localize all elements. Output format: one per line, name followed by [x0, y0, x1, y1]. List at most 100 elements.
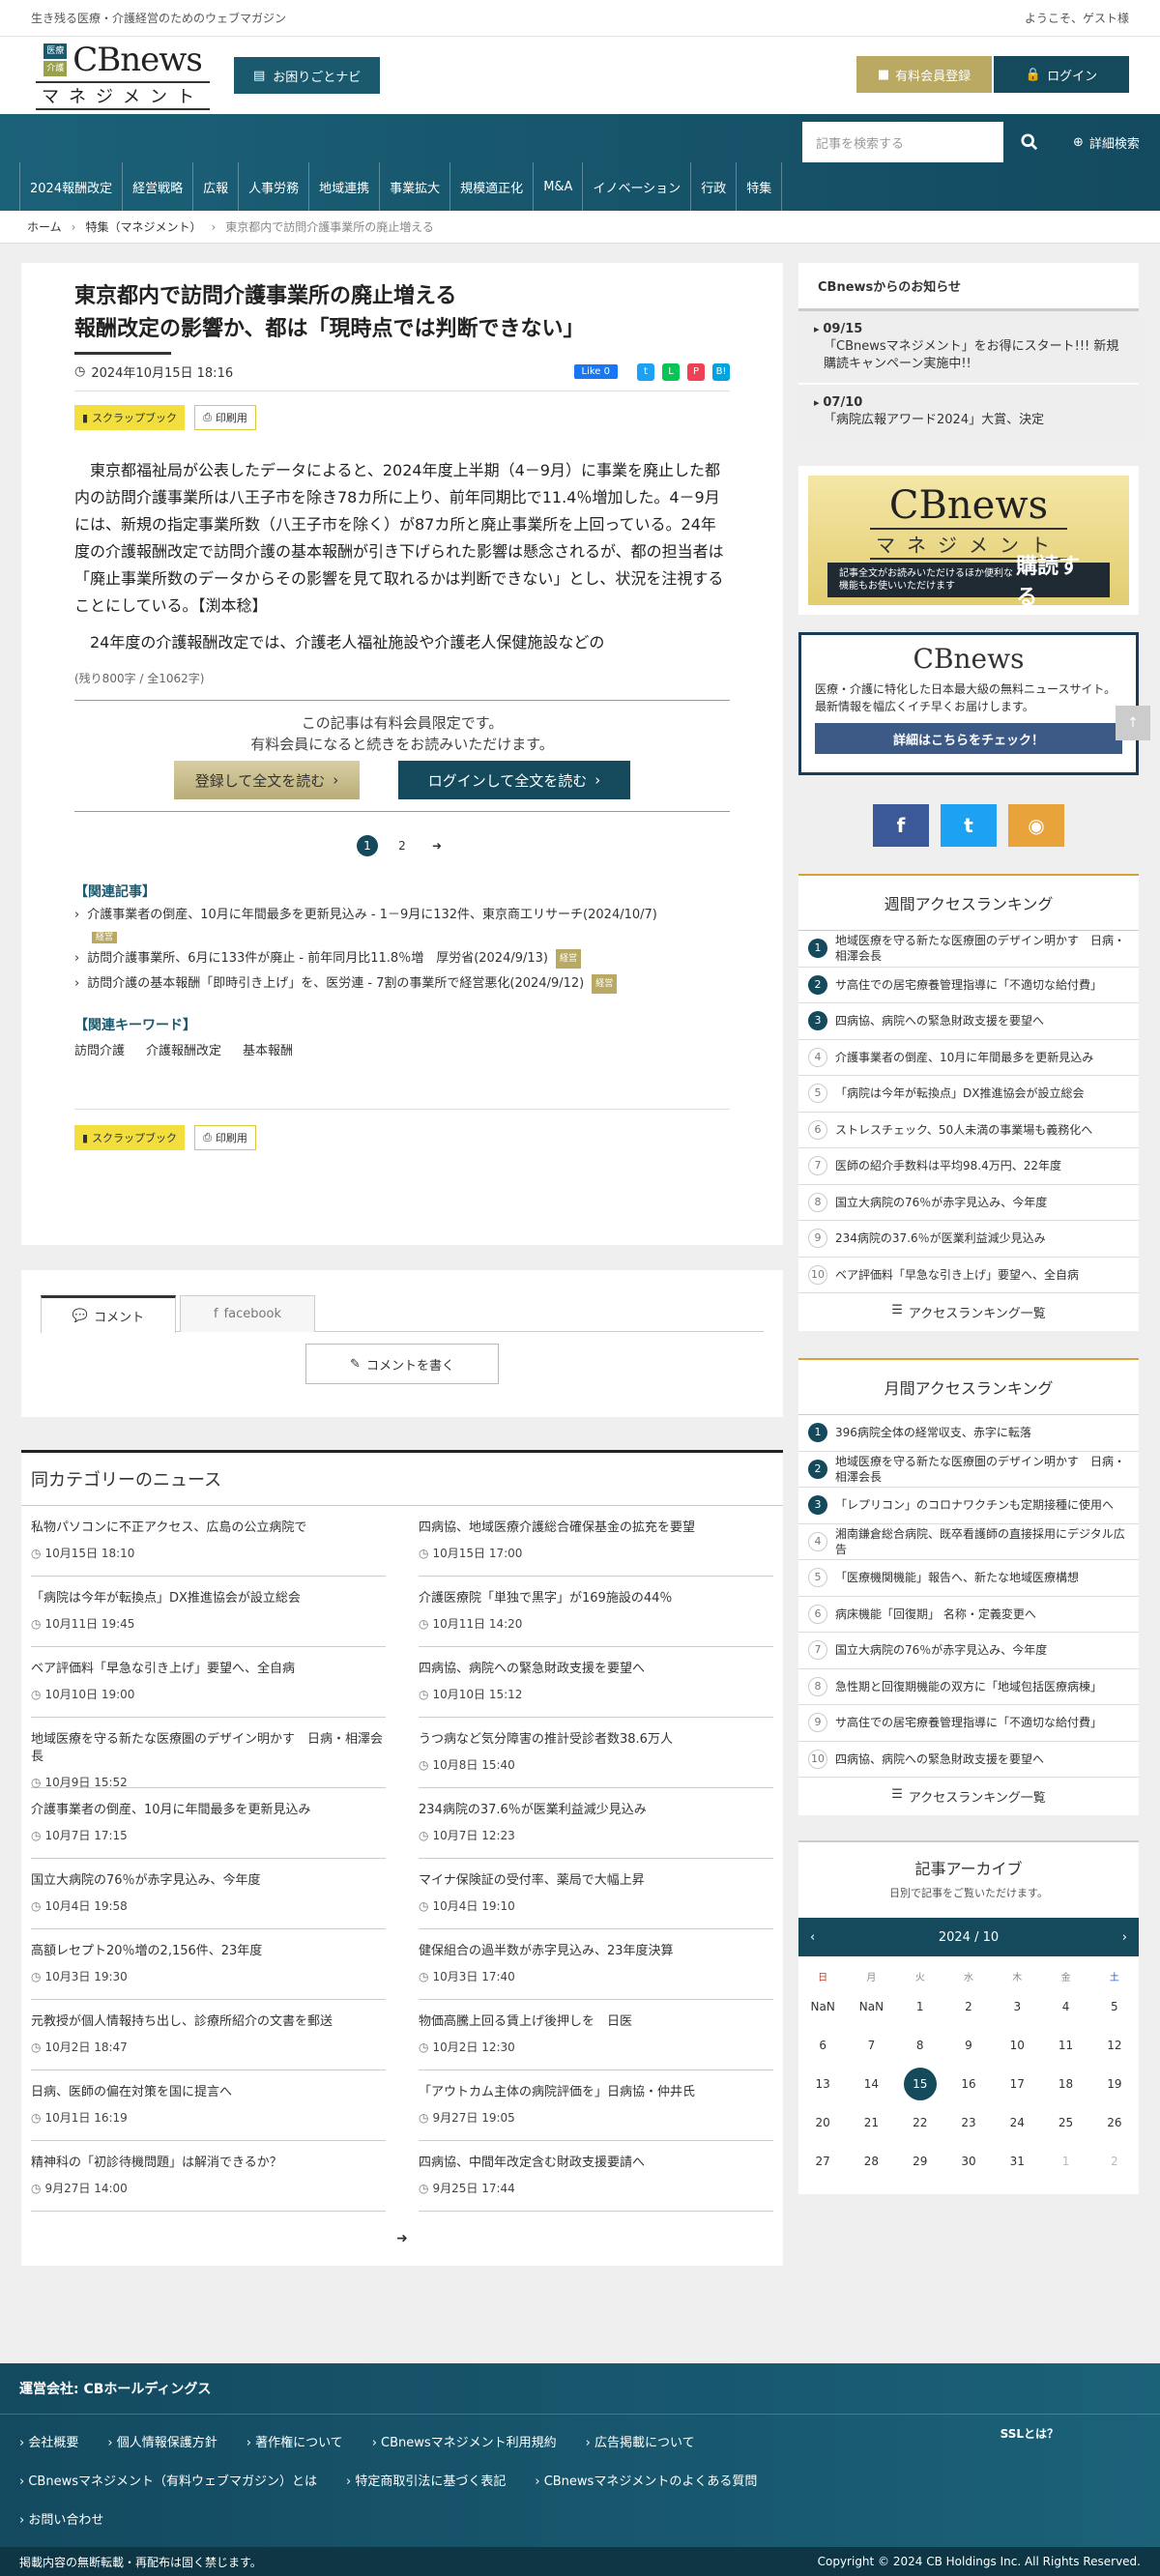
news-item[interactable]: 高額レセプト20％増の2,156件、23年度 10月3日 19:30	[31, 1929, 386, 2000]
cbnews-detail-button[interactable]: 詳細はこちらをチェック！	[815, 723, 1122, 754]
calendar-day[interactable]: 11	[1041, 2026, 1089, 2065]
news-item[interactable]: 「アウトカム主体の病院評価を」日病協・仲井氏 9月27日 19:05	[419, 2070, 773, 2141]
ranking-item[interactable]: 5 「医療機関機能」報告へ、新たな地域医療構想	[798, 1560, 1139, 1597]
ssl-link[interactable]: SSLとは？	[1000, 2425, 1058, 2442]
site-logo[interactable]: 医療 介護 CBnews マネジメント	[31, 41, 215, 110]
ranking-item[interactable]: 6 病床機能「回復期」 名称・定義変更へ	[798, 1597, 1139, 1633]
calendar-day[interactable]: 5	[1090, 1987, 1139, 2026]
search-input[interactable]: 記事を検索する	[802, 122, 1003, 162]
footer-link[interactable]: 広告掲載について	[586, 2424, 695, 2463]
news-item[interactable]: 234病院の37.6％が医業利益減少見込み 10月7日 12:23	[419, 1788, 773, 1859]
calendar-day[interactable]: 27	[798, 2142, 847, 2181]
calendar-day[interactable]: 3	[993, 1987, 1041, 2026]
scrapbook-button[interactable]: ▮ スクラップブック	[74, 405, 186, 430]
nav-item[interactable]: イノベーション	[582, 162, 690, 211]
footer-link[interactable]: CBnewsマネジメントのよくある質問	[535, 2463, 758, 2502]
calendar-day[interactable]: 14	[847, 2065, 895, 2103]
calendar-day[interactable]: 23	[944, 2103, 993, 2142]
calendar-day[interactable]: 24	[993, 2103, 1041, 2142]
news-item[interactable]: 四病協、地域医療介護総合確保基金の拡充を要望 10月15日 17:00	[419, 1506, 773, 1577]
ranking-item[interactable]: 9 サ高住での居宅療養管理指導に「不適切な給付費」	[798, 1705, 1139, 1742]
facebook-icon[interactable]: f	[873, 804, 929, 847]
calendar-day[interactable]: 18	[1041, 2065, 1089, 2103]
calendar-day[interactable]: 20	[798, 2103, 847, 2142]
calendar-day[interactable]: 6	[798, 2026, 847, 2065]
twitter-icon[interactable]: t	[941, 804, 997, 847]
footer-link[interactable]: CBnewsマネジメント利用規約	[372, 2424, 557, 2463]
notice-item[interactable]: 07/10 「病院広報アワード2024」大賞、決定	[798, 385, 1139, 439]
footer-link[interactable]: CBnewsマネジメント（有料ウェブマガジン）とは	[19, 2463, 317, 2502]
nav-item[interactable]: 人事労務	[238, 162, 308, 211]
footer-link[interactable]: 特定商取引法に基づく表記	[346, 2463, 506, 2502]
calendar-day[interactable]: 16	[944, 2065, 993, 2103]
chevron-left-icon[interactable]: ‹	[810, 1930, 815, 1945]
subscribe-banner[interactable]: CBnews マネジメント 記事全文がお読みいただけるほか便利な機能もお使いいた…	[798, 466, 1139, 615]
news-item[interactable]: 物価高騰上回る賃上げ後押しを 日医 10月2日 12:30	[419, 2000, 773, 2070]
breadcrumb-section[interactable]: 特集（マネジメント）	[85, 218, 201, 235]
calendar-day[interactable]: 15	[896, 2065, 944, 2103]
calendar-day[interactable]: 17	[993, 2065, 1041, 2103]
rss-icon[interactable]: ◉	[1008, 804, 1064, 847]
page-1[interactable]: 1	[357, 835, 378, 856]
calendar-day[interactable]: 19	[1090, 2065, 1139, 2103]
search-icon[interactable]	[1005, 122, 1054, 162]
tab-comment[interactable]: 💬 コメント	[41, 1295, 176, 1333]
calendar-day[interactable]: 1	[1041, 2142, 1089, 2181]
nav-item[interactable]: 地域連携	[308, 162, 379, 211]
news-item[interactable]: 四病協、病院への緊急財政支援を要望へ 10月10日 15:12	[419, 1647, 773, 1718]
news-item[interactable]: 国立大病院の76％が赤字見込み、今年度 10月4日 19:58	[31, 1859, 386, 1929]
related-link[interactable]: 訪問介護事業所、6月に133件が廃止 - 前年同月比11.8％増 厚労省(202…	[74, 949, 730, 969]
scrapbook-button[interactable]: ▮ スクラップブック	[74, 1125, 186, 1150]
keyword-link[interactable]: 介護報酬改定	[146, 1040, 221, 1058]
related-link[interactable]: 介護事業者の倒産、10月に年間最多を更新見込み - 1－9月に132件、東京商工…	[74, 907, 730, 924]
advanced-search-link[interactable]: ⊕ 詳細検索	[1073, 133, 1140, 152]
calendar-day[interactable]: 22	[896, 2103, 944, 2142]
ranking-item[interactable]: 6 ストレスチェック、50人未満の事業場も義務化へ	[798, 1113, 1139, 1148]
ranking-item[interactable]: 3 四病協、病院への緊急財政支援を要望へ	[798, 1003, 1139, 1040]
nav-item[interactable]: 広報	[192, 162, 238, 211]
calendar-day[interactable]: 12	[1090, 2026, 1139, 2065]
calendar-day[interactable]: 9	[944, 2026, 993, 2065]
notice-item[interactable]: 09/15 「CBnewsマネジメント」をお得にスタート!!! 新規購読キャンペ…	[798, 311, 1139, 383]
news-item[interactable]: 元教授が個人情報持ち出し、診療所紹介の文書を郵送 10月2日 18:47	[31, 2000, 386, 2070]
footer-link[interactable]: お問い合わせ	[19, 2502, 103, 2540]
ranking-item[interactable]: 3 「レプリコン」のコロナワクチンも定期接種に使用へ	[798, 1488, 1139, 1524]
nav-item[interactable]: 2024報酬改定	[19, 162, 122, 211]
back-to-top-button[interactable]: ↑	[1116, 706, 1150, 740]
calendar-day[interactable]: NaN	[847, 1987, 895, 2026]
calendar-day[interactable]: 7	[847, 2026, 895, 2065]
ranking-item[interactable]: 7 国立大病院の76％が赤字見込み、今年度	[798, 1633, 1139, 1669]
ranking-item[interactable]: 8 国立大病院の76％が赤字見込み、今年度	[798, 1185, 1139, 1221]
ranking-item[interactable]: 4 介護事業者の倒産、10月に年間最多を更新見込み	[798, 1040, 1139, 1076]
calendar-day[interactable]: 10	[993, 2026, 1041, 2065]
login-button[interactable]: 🔒 ログイン	[994, 56, 1129, 93]
next-arrow-icon[interactable]: ➜	[21, 2231, 783, 2246]
calendar-day[interactable]: 1	[896, 1987, 944, 2026]
calendar-day[interactable]: 21	[847, 2103, 895, 2142]
facebook-like-button[interactable]: Like 0	[573, 364, 618, 379]
ranking-item[interactable]: 1 396病院全体の経常収支、赤字に転落	[798, 1415, 1139, 1452]
breadcrumb-home[interactable]: ホーム	[27, 218, 62, 235]
ranking-item[interactable]: 2 地域医療を守る新たな医療圏のデザイン明かす 日病・相澤会長	[798, 1452, 1139, 1488]
nav-item[interactable]: 特集	[736, 162, 783, 211]
ranking-list-link[interactable]: ☰ アクセスランキング一覧	[798, 1778, 1139, 1815]
print-button[interactable]: ⎙ 印刷用	[194, 405, 256, 430]
ranking-item[interactable]: 10 四病協、病院への緊急財政支援を要望へ	[798, 1742, 1139, 1778]
calendar-day[interactable]: 31	[993, 2142, 1041, 2181]
news-item[interactable]: ベア評価料「早急な引き上げ」要望へ、全自病 10月10日 19:00	[31, 1647, 386, 1718]
line-icon[interactable]: L	[662, 362, 680, 381]
next-arrow-icon[interactable]: ➜	[426, 835, 448, 856]
news-item[interactable]: 私物パソコンに不正アクセス、広島の公立病院で 10月15日 18:10	[31, 1506, 386, 1577]
ranking-item[interactable]: 5 「病院は今年が転換点」DX推進協会が設立総会	[798, 1076, 1139, 1113]
nav-item[interactable]: 経営戦略	[122, 162, 192, 211]
ranking-item[interactable]: 9 234病院の37.6％が医業利益減少見込み	[798, 1221, 1139, 1258]
news-item[interactable]: うつ病など気分障害の推計受診者数38.6万人 10月8日 15:40	[419, 1718, 773, 1788]
nav-item[interactable]: 事業拡大	[379, 162, 450, 211]
calendar-day[interactable]: 4	[1041, 1987, 1089, 2026]
ranking-item[interactable]: 7 医師の紹介手数料は平均98.4万円、22年度	[798, 1148, 1139, 1185]
calendar-day[interactable]: 26	[1090, 2103, 1139, 2142]
news-item[interactable]: 介護医療院「単独で黒字」が169施設の44％ 10月11日 14:20	[419, 1577, 773, 1647]
register-button[interactable]: ■ 有料会員登録	[856, 56, 992, 93]
ranking-item[interactable]: 4 湘南鎌倉総合病院、既卒看護師の直接採用にデジタル広告	[798, 1524, 1139, 1560]
hatena-icon[interactable]: B!	[712, 362, 730, 381]
